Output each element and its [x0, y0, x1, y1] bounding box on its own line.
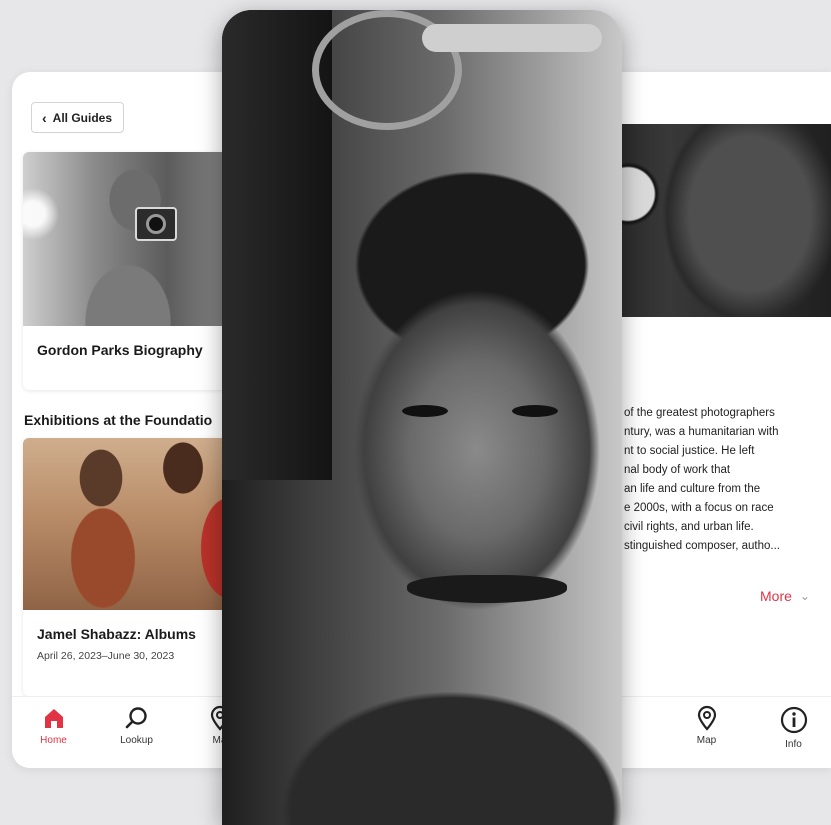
more-button[interactable]: More ⌄ [760, 588, 810, 604]
tab-info[interactable]: Info [752, 705, 831, 750]
right-eye-shape [512, 405, 558, 417]
left-eye-shape [402, 405, 448, 417]
search-icon [125, 707, 147, 729]
tab-info-label: Info [785, 739, 802, 750]
tab-lookup[interactable]: Lookup [95, 705, 178, 746]
more-button-label: More [760, 588, 792, 604]
exhibitions-heading: Exhibitions at the Foundatio [24, 412, 213, 428]
map-pin-icon [697, 705, 716, 731]
portrait-eyes [402, 405, 602, 425]
biography-text: of the greatest photographers ntury, was… [624, 407, 780, 552]
center-phone-portrait-photo [222, 10, 622, 825]
back-button-label: All Guides [52, 110, 113, 125]
camera-handle-shape [422, 24, 602, 52]
tab-home[interactable]: Home [12, 705, 95, 746]
info-icon [780, 706, 807, 734]
home-icon [44, 709, 63, 728]
tab-map-right[interactable]: Map [665, 705, 748, 746]
tab-home-label: Home [40, 735, 67, 746]
all-guides-button[interactable]: ‹ All Guides [31, 102, 125, 133]
chevron-down-icon: ⌄ [799, 589, 810, 603]
chevron-left-icon: ‹ [42, 109, 47, 126]
tab-map-right-label: Map [696, 735, 717, 746]
camera-lens-shape [146, 214, 166, 234]
portrait-mustache [407, 575, 567, 603]
tab-lookup-label: Lookup [120, 735, 153, 746]
